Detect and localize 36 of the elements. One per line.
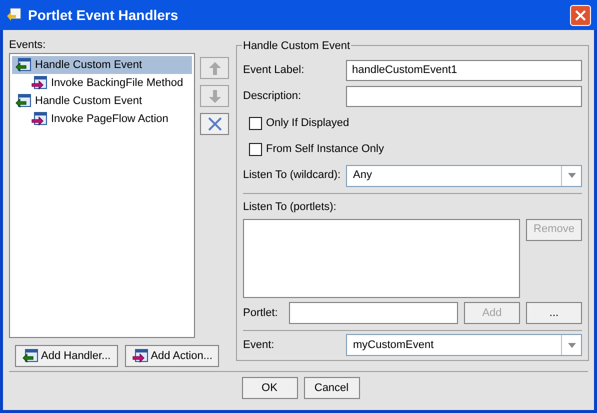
portlet-field[interactable]	[289, 302, 458, 324]
portlet-label: Portlet:	[243, 306, 279, 321]
delete-icon	[208, 117, 222, 131]
browse-button[interactable]: ...	[526, 302, 582, 324]
tree-item[interactable]: Handle Custom Event	[12, 92, 192, 110]
checkbox-label: From Self Instance Only	[266, 142, 384, 158]
events-label: Events:	[9, 38, 47, 53]
portlets-list[interactable]	[243, 218, 520, 298]
description-label: Description:	[243, 89, 302, 104]
down-arrow-icon	[208, 90, 220, 102]
event-dropdown[interactable]: myCustomEvent	[346, 334, 582, 356]
listen-wildcard-dropdown[interactable]: Any	[346, 164, 582, 187]
tree-item[interactable]: Invoke BackingFile Method	[12, 74, 192, 92]
checkbox[interactable]	[249, 116, 262, 130]
add-button[interactable]: Add Action...	[124, 345, 220, 367]
add-button[interactable]: Add Handler...	[15, 345, 118, 367]
cancel-button[interactable]: Cancel	[304, 377, 360, 399]
description-field[interactable]	[346, 86, 582, 108]
checkbox[interactable]	[249, 142, 262, 156]
listen-portlets-label: Listen To (portlets):	[243, 200, 338, 215]
event-label: Event:	[243, 338, 276, 354]
dropdown-arrow-icon	[568, 173, 576, 178]
up-arrow-icon	[208, 62, 220, 74]
close-button[interactable]	[570, 4, 591, 26]
checkbox-label: Only If Displayed	[266, 116, 350, 132]
window-app-icon	[6, 7, 22, 23]
listen-wildcard-label: Listen To (wildcard):	[243, 168, 342, 184]
dropdown-arrow-icon	[568, 342, 576, 348]
event-label-field[interactable]: handleCustomEvent1	[346, 60, 582, 82]
delete-button[interactable]	[200, 113, 229, 135]
close-icon	[575, 10, 586, 20]
window-title: Portlet Event Handlers	[28, 6, 180, 24]
event-label-label: Event Label:	[243, 63, 306, 78]
tree-item[interactable]: Invoke PageFlow Action	[12, 110, 192, 128]
ok-button[interactable]: OK	[242, 377, 298, 399]
tree-item[interactable]: Handle Custom Event	[12, 56, 192, 74]
